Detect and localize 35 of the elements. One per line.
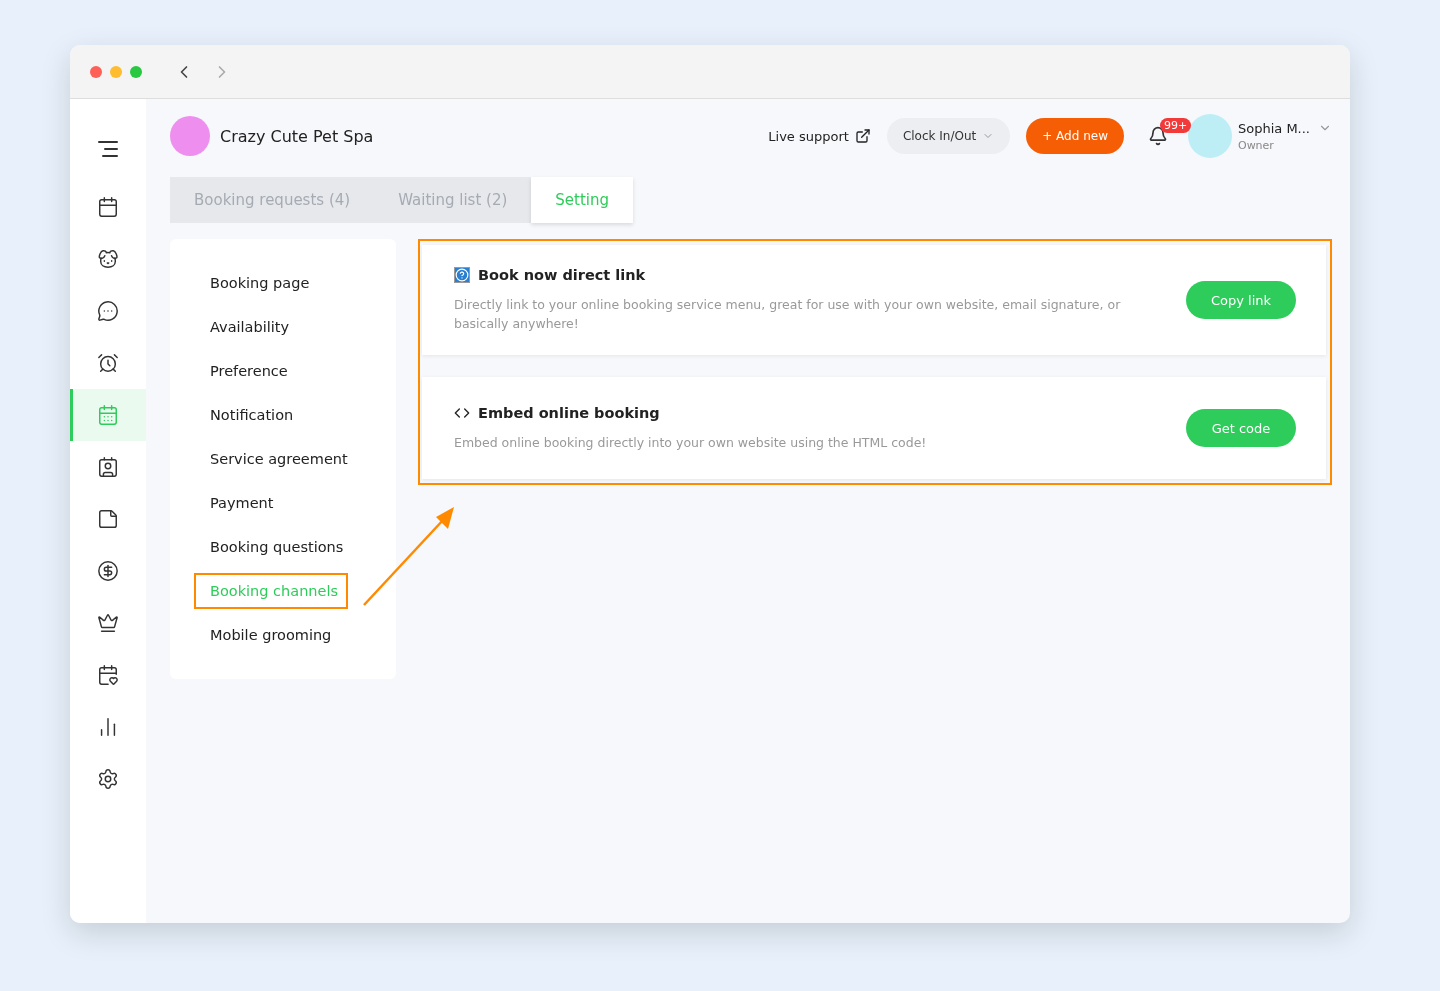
calendar-icon xyxy=(97,404,119,426)
settings-menu-item[interactable]: Preference xyxy=(194,353,298,389)
clock-in-out-button[interactable]: Clock In/Out xyxy=(886,118,1011,154)
help-icon xyxy=(454,267,470,283)
note-icon xyxy=(97,508,119,530)
business-name: Crazy Cute Pet Spa xyxy=(220,126,374,146)
alarm-clock-icon xyxy=(97,352,119,374)
card-title: Embed online booking xyxy=(478,404,660,421)
live-support-link[interactable]: Live support xyxy=(768,128,871,144)
user-name: Sophia M... xyxy=(1237,120,1310,136)
dollar-icon xyxy=(97,560,119,582)
external-link-icon xyxy=(854,128,871,144)
notification-count: 99+ xyxy=(1159,118,1192,133)
settings-menu-item[interactable]: Payment xyxy=(194,485,284,521)
card-title: Book now direct link xyxy=(478,267,646,283)
crown-icon xyxy=(97,612,119,634)
close-dot[interactable] xyxy=(90,65,102,78)
settings-icon xyxy=(97,768,119,790)
chat-icon xyxy=(97,300,119,322)
minimize-dot[interactable] xyxy=(110,65,122,78)
calendar-icon xyxy=(97,196,119,218)
maximize-dot[interactable] xyxy=(130,65,142,78)
card-description: Directly link to your online booking service menu, great for use with your own website, email signature, or basically anywhere! xyxy=(454,296,1122,333)
settings-menu-item[interactable]: Booking questions xyxy=(194,529,354,565)
calendar-icon xyxy=(97,664,119,686)
settings-menu-item[interactable]: Notification xyxy=(194,397,304,433)
badge-icon xyxy=(97,456,119,478)
user-role: Owner xyxy=(1237,138,1275,152)
settings-menu-item[interactable]: Service agreement xyxy=(194,441,358,477)
business-logo xyxy=(170,116,210,156)
settings-menu-item[interactable]: Mobile grooming xyxy=(194,617,342,653)
card-description: Embed online booking directly into your own website using the HTML code! xyxy=(454,433,928,452)
dog-icon xyxy=(97,248,119,270)
settings-menu-item[interactable]: Availability xyxy=(194,309,300,345)
settings-menu-item[interactable]: Booking page xyxy=(194,265,320,301)
